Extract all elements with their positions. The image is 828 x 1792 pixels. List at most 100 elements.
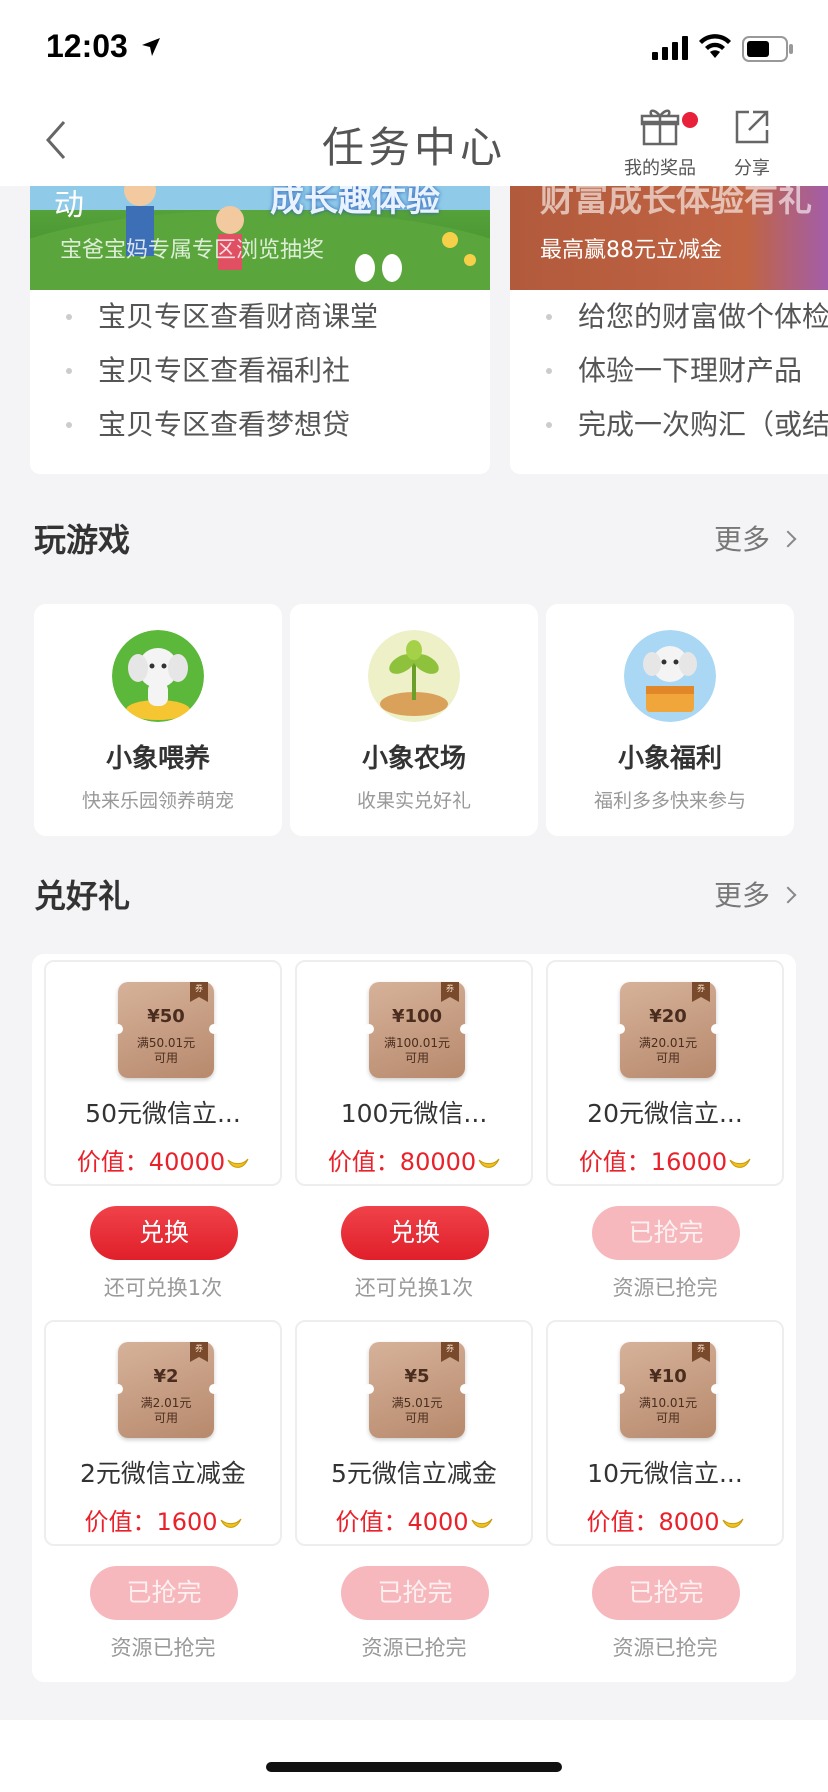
coupon-image: 券 ¥2 满2.01元 可用	[113, 1342, 219, 1438]
task-item[interactable]: 体验一下理财产品	[510, 344, 828, 398]
status-bar: 12:03	[0, 0, 828, 96]
task-item[interactable]: 给您的财富做个体检	[510, 290, 828, 344]
banana-coin-icon	[220, 1518, 241, 1528]
coupon-amount: ¥20	[649, 1006, 687, 1027]
coupon-condition: 满2.01元 可用	[118, 1396, 214, 1426]
game-name: 小象福利	[617, 744, 722, 774]
gift-note: 还可兑换1次	[103, 1276, 223, 1300]
share-icon	[735, 110, 769, 144]
gift-card[interactable]: 券 ¥10 满10.01元 可用 10元微信立... 价值：8000	[546, 1320, 784, 1546]
gift-price: 价值：8000	[548, 1502, 782, 1537]
more-label: 更多	[713, 879, 770, 912]
game-description: 快来乐园领养萌宠	[81, 790, 234, 812]
games-more-link[interactable]: 更多	[713, 510, 797, 570]
gifts-section-header: 兑好礼 更多	[34, 866, 797, 926]
banana-coin-icon	[471, 1518, 492, 1528]
game-card-welfare[interactable]: 小象福利 福利多多快来参与	[546, 604, 794, 836]
games-section-header: 玩游戏 更多	[34, 510, 797, 570]
gift-name: 10元微信立...	[587, 1459, 743, 1488]
game-description: 收果实兑好礼	[356, 790, 471, 812]
gift-price-text: 价值：80000	[327, 1148, 477, 1176]
activity-card-parenting[interactable]: 动 成长趣体验 宝爸宝妈专属专区浏览抽奖 宝贝专区查看财商课堂 宝贝专区查看福利…	[30, 150, 490, 474]
elephant-treasure-icon	[624, 630, 716, 722]
banner-subtitle: 最高赢88元立减金	[540, 238, 722, 263]
game-card-feeding[interactable]: 小象喂养 快来乐园领养萌宠	[34, 604, 282, 836]
coupon-image: 券 ¥10 满10.01元 可用	[615, 1342, 721, 1438]
wifi-icon	[699, 34, 731, 58]
sold-out-button[interactable]: 已抢完	[592, 1206, 740, 1260]
gift-price: 价值：16000	[548, 1142, 782, 1177]
gift-price-text: 价值：1600	[84, 1508, 218, 1536]
gift-price: 价值：1600	[46, 1502, 280, 1537]
task-item[interactable]: 宝贝专区查看梦想贷	[30, 398, 490, 452]
gift-name: 2元微信立减金	[80, 1459, 246, 1488]
coupon-condition-usable: 可用	[153, 1051, 178, 1065]
gift-card[interactable]: 券 ¥5 满5.01元 可用 5元微信立减金 价值：4000	[295, 1320, 533, 1546]
section-title: 兑好礼	[34, 877, 131, 915]
coupon-condition: 满100.01元 可用	[369, 1036, 465, 1066]
banana-coin-icon	[729, 1158, 751, 1168]
coupon-tag: 券	[441, 1342, 459, 1362]
game-name: 小象农场	[361, 744, 466, 774]
gift-price-text: 价值：16000	[578, 1148, 728, 1176]
redeem-button[interactable]: 兑换	[341, 1206, 489, 1260]
activity-card-wealth[interactable]: 财富成长体验有礼 最高赢88元立减金 给您的财富做个体检 体验一下理财产品 完成…	[510, 150, 828, 474]
coupon-tag: 券	[441, 982, 459, 1002]
game-card-farm[interactable]: 小象农场 收果实兑好礼	[290, 604, 538, 836]
sold-out-button[interactable]: 已抢完	[592, 1566, 740, 1620]
banner-edge-text: 动	[54, 188, 84, 223]
coupon-tag: 券	[692, 1342, 710, 1362]
coupon-amount: ¥10	[649, 1366, 687, 1387]
game-name: 小象喂养	[105, 744, 210, 774]
task-list: 宝贝专区查看财商课堂 宝贝专区查看福利社 宝贝专区查看梦想贷	[30, 290, 490, 452]
gift-note: 还可兑换1次	[354, 1276, 474, 1300]
gift-card[interactable]: 券 ¥2 满2.01元 可用 2元微信立减金 价值：1600	[44, 1320, 282, 1546]
share-button[interactable]: 分享	[722, 108, 782, 180]
task-item[interactable]: 宝贝专区查看财商课堂	[30, 290, 490, 344]
coupon-condition: 满10.01元 可用	[620, 1396, 716, 1426]
section-title: 玩游戏	[34, 521, 131, 559]
coupon-condition: 满5.01元 可用	[369, 1396, 465, 1426]
location-arrow-icon	[142, 38, 160, 56]
coupon-condition: 满50.01元 可用	[118, 1036, 214, 1066]
coupon-image: 券 ¥100 满100.01元 可用	[364, 982, 470, 1078]
game-description: 福利多多快来参与	[593, 790, 746, 812]
sold-out-button[interactable]: 已抢完	[90, 1566, 238, 1620]
coupon-condition-usable: 可用	[404, 1051, 429, 1065]
chevron-right-icon	[779, 886, 797, 904]
gift-card[interactable]: 券 ¥50 满50.01元 可用 50元微信立... 价值：40000	[44, 960, 282, 1186]
gift-name: 5元微信立减金	[331, 1459, 497, 1488]
coupon-amount: ¥50	[147, 1006, 185, 1027]
gift-price: 价值：40000	[46, 1142, 280, 1177]
more-label: 更多	[713, 523, 770, 556]
gift-note: 资源已抢完	[612, 1276, 718, 1300]
gift-card[interactable]: 券 ¥20 满20.01元 可用 20元微信立... 价值：16000	[546, 960, 784, 1186]
my-prizes-label: 我的奖品	[624, 158, 696, 179]
coupon-condition-usable: 可用	[655, 1051, 680, 1065]
redeem-button[interactable]: 兑换	[90, 1206, 238, 1260]
gift-card[interactable]: 券 ¥100 满100.01元 可用 100元微信... 价值：80000	[295, 960, 533, 1186]
home-indicator[interactable]	[266, 1762, 562, 1772]
coupon-condition: 满20.01元 可用	[620, 1036, 716, 1066]
my-prizes-button[interactable]: 我的奖品	[620, 108, 700, 180]
gift-price-text: 价值：8000	[586, 1508, 720, 1536]
coupon-condition-usable: 可用	[655, 1411, 680, 1425]
coupon-tag: 券	[692, 982, 710, 1002]
page-footer-area	[0, 1720, 828, 1792]
gift-icon	[640, 109, 680, 146]
coupon-amount: ¥2	[153, 1366, 179, 1387]
coupon-condition-min: 满10.01元	[638, 1396, 698, 1410]
task-item[interactable]: 宝贝专区查看福利社	[30, 344, 490, 398]
gift-price: 价值：4000	[297, 1502, 531, 1537]
coupon-condition-usable: 可用	[153, 1411, 178, 1425]
elephant-feeding-icon	[112, 630, 204, 722]
gifts-more-link[interactable]: 更多	[713, 866, 797, 926]
coupon-condition-min: 满50.01元	[136, 1036, 196, 1050]
nav-bar: 任务中心 我的奖品 分享	[0, 96, 828, 186]
sold-out-button[interactable]: 已抢完	[341, 1566, 489, 1620]
bean-sprout-icon	[368, 630, 460, 722]
gift-note: 资源已抢完	[110, 1636, 216, 1660]
task-item[interactable]: 完成一次购汇（或结	[510, 398, 828, 452]
coupon-condition-min: 满100.01元	[384, 1036, 450, 1050]
coupon-condition-usable: 可用	[404, 1411, 429, 1425]
